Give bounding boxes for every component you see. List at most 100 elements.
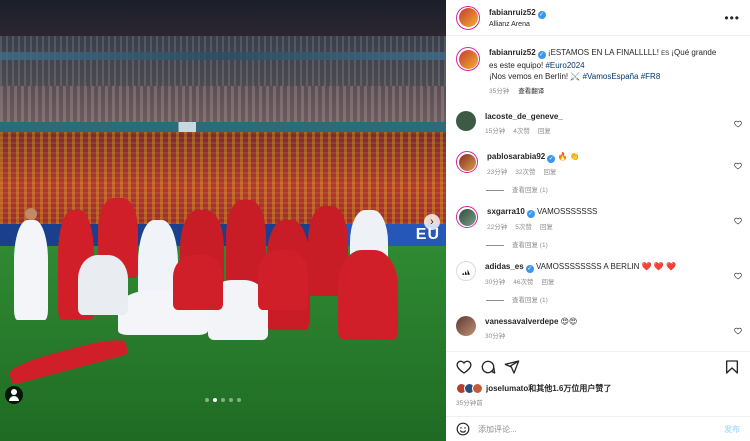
comment-time: 23分钟	[487, 169, 508, 176]
comment-likes[interactable]: 4次赞	[513, 128, 530, 135]
comment-text: 😍😍	[560, 317, 578, 326]
avatar[interactable]	[456, 316, 476, 336]
caption-text: ¡ESTAMOS EN LA FINALLLLL!	[547, 48, 662, 57]
view-replies-link[interactable]: 查看回复 (1)	[446, 294, 750, 308]
post-header: fabianruiz52 ✓ Allianz Arena •••	[446, 0, 750, 36]
liker-avatar	[472, 383, 483, 394]
swords-emoji: ⚔️	[570, 72, 581, 81]
carousel-dot	[229, 398, 233, 402]
comment-item: vanessavalverdepe 😍😍 30分钟	[446, 308, 750, 348]
hashtag-link[interactable]: #FR8	[641, 72, 661, 81]
comment-username[interactable]: sxgarra10	[487, 207, 525, 216]
comments-list[interactable]: fabianruiz52 ✓ ¡ESTAMOS EN LA FINALLLLL! …	[446, 37, 750, 351]
bookmark-icon[interactable]	[724, 359, 740, 375]
heart-icon[interactable]	[734, 157, 742, 170]
caption-time: 35分钟	[489, 88, 510, 95]
avatar[interactable]	[456, 151, 478, 173]
player	[25, 208, 37, 220]
post-actions: joselumato和其他1.6万位用户赞了 35分钟前	[446, 351, 750, 407]
liked-by-count[interactable]: 和其他1.6万位用户赞了	[528, 384, 611, 393]
post-side-panel: fabianruiz52 ✓ Allianz Arena ••• fabianru…	[446, 0, 750, 441]
verified-badge-icon: ✓	[547, 155, 556, 163]
comment-icon[interactable]	[480, 359, 496, 375]
caption-username[interactable]: fabianruiz52	[489, 48, 536, 57]
caption: fabianruiz52 ✓ ¡ESTAMOS EN LA FINALLLLL! …	[446, 37, 750, 101]
heart-icon[interactable]	[734, 212, 742, 225]
carousel-dot	[221, 398, 225, 402]
comment-item: sxgarra10 ✓ VAMOSSSSSSS 22分钟 5次赞 回复	[446, 198, 750, 239]
caption-language-label: ES	[661, 51, 670, 57]
comment-username[interactable]: vanessavalverdepe	[485, 317, 558, 326]
heart-icon[interactable]	[734, 267, 742, 280]
comment-time: 30分钟	[485, 279, 506, 286]
heart-icon[interactable]	[734, 115, 742, 128]
instagram-post-view: EU › fabianruiz52 ✓ Allianz Arena ••• fa…	[0, 0, 750, 441]
avatar[interactable]	[456, 47, 480, 71]
comment-input[interactable]	[478, 424, 724, 434]
carousel-dot	[205, 398, 209, 402]
comment-item: lacoste_de_geneve_ 15分钟 4次赞 回复	[446, 101, 750, 143]
comment-item: pablosarabia92 ✓ 🔥 👏 23分钟 32次赞 回复	[446, 143, 750, 184]
player	[78, 255, 128, 315]
team-group	[7, 180, 438, 386]
reply-button[interactable]: 回复	[538, 128, 551, 135]
crowd-middle-tier	[0, 86, 446, 122]
advertising-band	[0, 122, 446, 132]
reply-button[interactable]: 回复	[540, 224, 553, 231]
player	[7, 334, 129, 386]
player	[258, 250, 308, 310]
adidas-logo-avatar[interactable]	[456, 261, 476, 281]
view-replies-link[interactable]: 查看回复 (1)	[446, 239, 750, 253]
liked-by-username[interactable]: joselumato	[486, 384, 528, 393]
translate-link[interactable]: 查看翻译	[518, 88, 544, 95]
post-comment-button[interactable]: 发布	[724, 424, 740, 435]
caption-text: ¡Nos vemos en Berlín!	[489, 72, 571, 81]
carousel-dot	[237, 398, 241, 402]
avatar[interactable]	[456, 206, 478, 228]
carousel-dots	[0, 398, 446, 402]
player	[338, 250, 398, 340]
comment-text: VAMOSSSSSSS	[537, 207, 598, 216]
emoji-smile-icon[interactable]	[456, 422, 470, 436]
view-replies-link[interactable]: 查看回复 (1)	[446, 184, 750, 198]
comment-username[interactable]: lacoste_de_geneve_	[485, 112, 563, 121]
comment-time: 30分钟	[485, 333, 506, 340]
author-username[interactable]: fabianruiz52	[489, 8, 536, 17]
hashtag-link[interactable]: #VamosEspaña	[583, 72, 639, 81]
comment-text: 🔥 👏	[557, 152, 580, 161]
verified-badge-icon: ✓	[537, 10, 546, 19]
player	[173, 255, 223, 310]
post-photo[interactable]: EU ›	[0, 0, 446, 441]
post-location[interactable]: Allianz Arena	[489, 21, 724, 28]
verified-badge-icon: ✓	[526, 210, 535, 218]
stadium-roof	[0, 0, 446, 36]
verified-badge-icon: ✓	[525, 265, 534, 273]
reply-button[interactable]: 回复	[541, 279, 554, 286]
comment-likes[interactable]: 5次赞	[515, 224, 532, 231]
heart-icon[interactable]	[734, 322, 742, 335]
comment-username[interactable]: pablosarabia92	[487, 152, 545, 161]
crowd-upper-tier	[0, 36, 446, 86]
reply-button[interactable]: 回复	[543, 169, 556, 176]
verified-badge-icon: ✓	[537, 51, 546, 59]
send-icon[interactable]	[504, 359, 520, 375]
comment-time: 15分钟	[485, 128, 506, 135]
hashtag-link[interactable]: #Euro2024	[545, 61, 584, 70]
likes-summary: joselumato和其他1.6万位用户赞了	[456, 383, 740, 394]
comment-likes[interactable]: 46次赞	[513, 279, 533, 286]
avatar[interactable]	[456, 5, 480, 30]
comment-likes[interactable]: 32次赞	[515, 169, 535, 176]
add-comment-bar: 发布	[446, 416, 750, 441]
comment-time: 22分钟	[487, 224, 508, 231]
stadium-band	[0, 52, 446, 60]
avatar[interactable]	[456, 111, 476, 131]
comment-username[interactable]: adidas_es	[485, 262, 524, 271]
player	[14, 220, 48, 320]
comment-text: VAMOSSSSSSSS A BERLIN ❤️ ❤️ ❤️	[535, 262, 676, 271]
comment-item: adidas_es ✓ VAMOSSSSSSSS A BERLIN ❤️ ❤️ ❤…	[446, 253, 750, 294]
carousel-dot-active	[213, 398, 217, 402]
chevron-right-icon[interactable]: ›	[424, 214, 440, 230]
heart-icon[interactable]	[456, 359, 472, 375]
post-timestamp: 35分钟前	[456, 400, 483, 407]
more-horizontal-icon[interactable]: •••	[724, 11, 740, 25]
